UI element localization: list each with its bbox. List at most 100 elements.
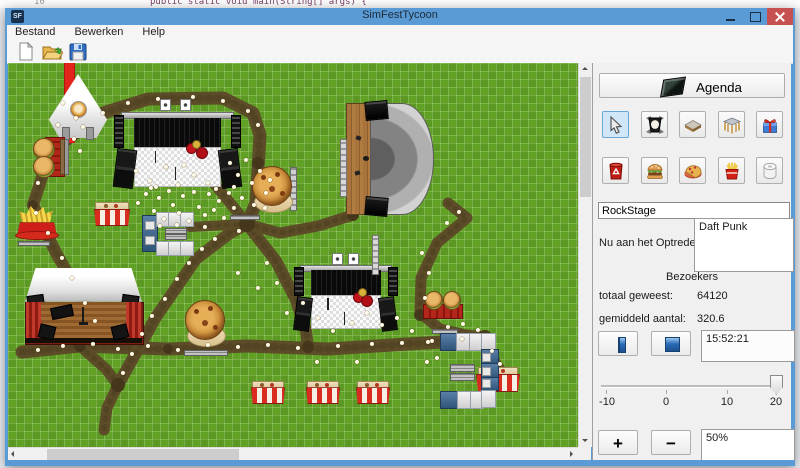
festival-map[interactable] [8, 63, 578, 447]
bench-h[interactable] [230, 215, 260, 220]
scroll-down-button[interactable] [579, 434, 592, 447]
vertical-scroll-thumb[interactable] [580, 77, 591, 197]
visitor-dot [445, 221, 449, 225]
total-visitors-label: totaal geweest: [599, 290, 673, 302]
visitor-dot [400, 341, 404, 345]
tool-stage-button[interactable] [718, 111, 745, 138]
stage-dark[interactable] [110, 93, 245, 190]
visitor-dot [430, 339, 434, 343]
save-file-button[interactable] [67, 41, 89, 62]
visitor-dot [148, 179, 152, 183]
open-file-button[interactable] [41, 41, 63, 62]
tool-path-tile-button[interactable] [679, 111, 706, 138]
visitor-dot [315, 360, 319, 364]
tent[interactable] [47, 72, 109, 140]
maximize-button[interactable] [743, 8, 767, 25]
visitor-dot [149, 186, 153, 190]
stage-name-input[interactable] [598, 202, 790, 219]
visitor-dot [498, 362, 502, 366]
burger-stand-h[interactable] [423, 291, 461, 323]
visitor-dot [61, 344, 65, 348]
visitor-dot [182, 163, 186, 167]
visitor-dot [192, 190, 196, 194]
striped-stand[interactable] [356, 381, 388, 402]
agenda-button[interactable]: Agenda [599, 73, 785, 98]
close-button[interactable] [767, 8, 793, 25]
visitor-dot [380, 323, 384, 327]
menu-bestand[interactable]: Bestand [7, 25, 63, 38]
visitor-dot [158, 224, 162, 228]
map-canvas[interactable] [8, 63, 591, 460]
striped-stand[interactable] [94, 202, 128, 224]
bench-h[interactable] [184, 350, 228, 356]
pause-icon [611, 337, 625, 351]
barrier-v[interactable] [340, 139, 347, 197]
visitor-dot [187, 219, 191, 223]
pizza-stand[interactable] [251, 166, 297, 214]
zoom-in-button[interactable]: + [598, 430, 638, 455]
minimize-button[interactable] [719, 8, 743, 25]
menu-help[interactable]: Help [134, 25, 173, 38]
bench-h[interactable] [18, 241, 50, 246]
now-playing-label: Nu aan het Optreden: [599, 237, 705, 249]
visitors-header: Bezoekers [593, 271, 791, 283]
toilet-c-right[interactable] [438, 331, 498, 409]
stage-dark[interactable] [291, 248, 401, 332]
visitor-dot [171, 203, 175, 207]
visitor-dot [217, 199, 221, 203]
tool-gift-button[interactable] [756, 111, 783, 138]
slider-track[interactable] [601, 385, 783, 387]
scroll-up-button[interactable] [579, 63, 592, 76]
visitor-dot [163, 297, 167, 301]
tool-pizza-button[interactable] [679, 157, 706, 184]
visitor-dot [203, 213, 207, 217]
visitor-dot [164, 165, 168, 169]
tool-spotlight-button[interactable] [641, 111, 668, 138]
burger-stand-v[interactable] [33, 137, 71, 175]
average-visitors-label: gemiddeld aantal: [599, 313, 686, 325]
visitor-dot [176, 183, 180, 187]
now-playing-box: Daft Punk [694, 218, 794, 272]
visitor-dot [126, 101, 130, 105]
visitor-dot [256, 123, 260, 127]
new-file-button[interactable] [15, 41, 37, 62]
visitor-dot [457, 210, 461, 214]
visitor-dot [232, 185, 236, 189]
amphitheater[interactable] [346, 103, 432, 213]
tool-burger-button[interactable] [641, 157, 668, 184]
tool-select-button[interactable] [602, 111, 629, 138]
menu-bewerken[interactable]: Bewerken [66, 25, 131, 38]
stop-button[interactable] [651, 331, 691, 356]
horizontal-scroll-thumb[interactable] [47, 449, 239, 460]
tool-fries-button[interactable] [718, 157, 745, 184]
visitor-dot [268, 178, 272, 182]
speed-slider[interactable]: -10 0 10 20 [598, 363, 786, 421]
visitor-dot [222, 216, 226, 220]
visitor-dot [446, 325, 450, 329]
horizontal-scrollbar[interactable] [8, 447, 578, 461]
pizza-stand[interactable] [184, 300, 230, 348]
slider-thumb[interactable] [770, 375, 783, 395]
visitor-dot [83, 301, 87, 305]
vertical-scrollbar[interactable] [578, 63, 592, 447]
barrier-v[interactable] [372, 235, 379, 275]
visitor-dot [232, 206, 236, 210]
visitor-dot [213, 237, 217, 241]
visitor-dot [228, 161, 232, 165]
barn-stage[interactable] [25, 268, 142, 343]
visitor-dot [191, 95, 195, 99]
title-bar[interactable]: SF SimFestTycoon [5, 8, 795, 25]
tool-trash-button[interactable] [602, 157, 629, 184]
visitor-dot [156, 97, 160, 101]
new-file-icon [15, 41, 37, 62]
striped-stand[interactable] [306, 381, 338, 402]
visitor-dot [175, 277, 179, 281]
striped-stand[interactable] [251, 381, 283, 402]
tool-toilet-roll-button[interactable] [756, 157, 783, 184]
zoom-out-button[interactable]: − [651, 430, 691, 455]
visitor-dot [157, 196, 161, 200]
toilet-c-left[interactable] [142, 212, 200, 254]
visitor-dot [162, 217, 166, 221]
pause-button[interactable] [598, 331, 638, 356]
visitor-dot [34, 211, 38, 215]
